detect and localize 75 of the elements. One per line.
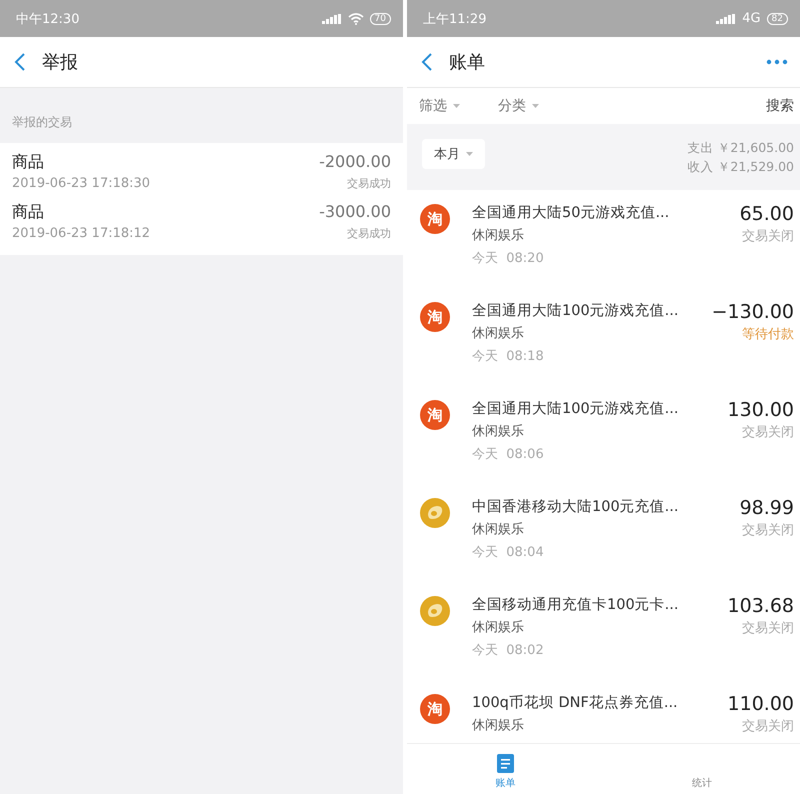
bill-status: 交易关闭 [742,522,794,540]
search-button[interactable]: 搜索 [766,97,794,115]
bill-time: 今天 08:02 [472,642,545,660]
status-time: 上午11:29 [423,10,486,28]
bill-title: 全国通用大陆100元游戏充值... [472,302,680,321]
coin-icon [420,596,450,626]
page-title: 账单 [449,51,485,74]
caret-icon [532,104,539,108]
wifi-icon [348,12,364,24]
bill-category: 休闲娱乐 [472,227,525,245]
bill-status: 等待付款 [742,326,794,344]
bill-time: 今天 08:20 [472,250,545,268]
network-type: 4G [742,11,761,26]
bill-item[interactable]: 淘 全国通用大陆100元游戏充值... 休闲娱乐 今天 08:06 130.00 交易关闭 [407,386,800,484]
bill-item[interactable]: 淘 全国通用大陆50元游戏充值... 休闲娱乐 今天 08:20 65.00 交易关闭 [407,190,800,288]
bill-category: 休闲娱乐 [472,325,525,343]
filter-dropdown[interactable]: 分类 [498,97,539,115]
bill-title: 全国通用大陆50元游戏充值... [472,204,670,223]
summary-total: 收入 ￥21,529.00 [687,158,794,176]
bill-item[interactable]: 淘 全国通用大陆100元游戏充值... 休闲娱乐 今天 08:18 −130.00 等待付款 [407,288,800,386]
bill-amount: 98.99 [740,496,794,520]
bill-category: 休闲娱乐 [472,619,525,637]
bill-amount: 130.00 [728,398,794,422]
transaction-amount: -2000.00 [319,151,391,173]
back-icon[interactable] [421,53,433,71]
bill-amount: 103.68 [728,594,794,618]
shop-logo-icon: 淘 [420,694,450,724]
tab-item[interactable]: 账单 [407,744,604,794]
transaction-name: 商品 [12,151,45,173]
bill-time: 今天 08:06 [472,446,545,464]
bill-title: 全国通用大陆100元游戏充值... [472,400,680,419]
bill-status: 交易关闭 [742,424,794,442]
caret-icon [466,152,473,156]
battery-level: 70 [370,12,391,24]
coin-icon [420,498,450,528]
shop-logo-icon: 淘 [420,302,450,332]
status-time: 中午12:30 [16,10,80,28]
bill-status: 交易关闭 [742,228,794,246]
signal-icon [716,14,736,24]
bill-amount: 65.00 [740,202,794,226]
shop-logo-icon: 淘 [420,400,450,430]
bill-amount: −130.00 [712,300,794,324]
document-icon [496,754,514,773]
more-icon[interactable] [766,59,788,65]
bill-item[interactable]: 中国香港移动大陆100元充值... 休闲娱乐 今天 08:04 98.99 交易关闭 [407,484,800,582]
bill-status: 交易关闭 [742,620,794,638]
bill-category: 休闲娱乐 [472,521,525,539]
bill-category: 休闲娱乐 [472,717,525,735]
transaction-status: 交易成功 [347,226,391,242]
summary-total: 支出 ￥21,605.00 [687,139,794,157]
transaction-time: 2019-06-23 17:18:30 [12,175,150,193]
bill-status: 交易关闭 [742,718,794,736]
transaction-status: 交易成功 [347,176,391,192]
bill-title: 全国移动通用充值卡100元卡... [472,596,680,615]
bill-amount: 110.00 [728,692,794,716]
transaction-amount: -3000.00 [319,201,391,223]
filter-dropdown[interactable]: 筛选 [419,97,460,115]
shop-logo-icon: 淘 [420,204,450,234]
bill-category: 休闲娱乐 [472,423,525,441]
signal-icon [322,14,342,24]
bill-time: 今天 08:18 [472,348,545,366]
back-icon[interactable] [14,53,26,71]
period-dropdown[interactable]: 本月 [422,139,485,169]
page-title: 举报 [42,51,78,74]
bill-time: 今天 08:04 [472,544,545,562]
transaction-name: 商品 [12,201,45,223]
transaction-time: 2019-06-23 17:18:12 [12,225,150,243]
section-label: 举报的交易 [11,114,73,131]
bill-title: 中国香港移动大陆100元充值... [472,498,680,517]
bill-title: 100q币花坝 DNF花点券充值... [472,694,679,713]
tab-item[interactable]: 统计 [604,744,800,794]
caret-icon [453,104,460,108]
bill-item[interactable]: 全国移动通用充值卡100元卡... 休闲娱乐 今天 08:02 103.68 交易关闭 [407,582,800,680]
bill-item[interactable]: 淘 100q币花坝 DNF花点券充值... 休闲娱乐 110.00 交易关闭 [407,680,800,743]
battery-level: 82 [766,12,788,24]
